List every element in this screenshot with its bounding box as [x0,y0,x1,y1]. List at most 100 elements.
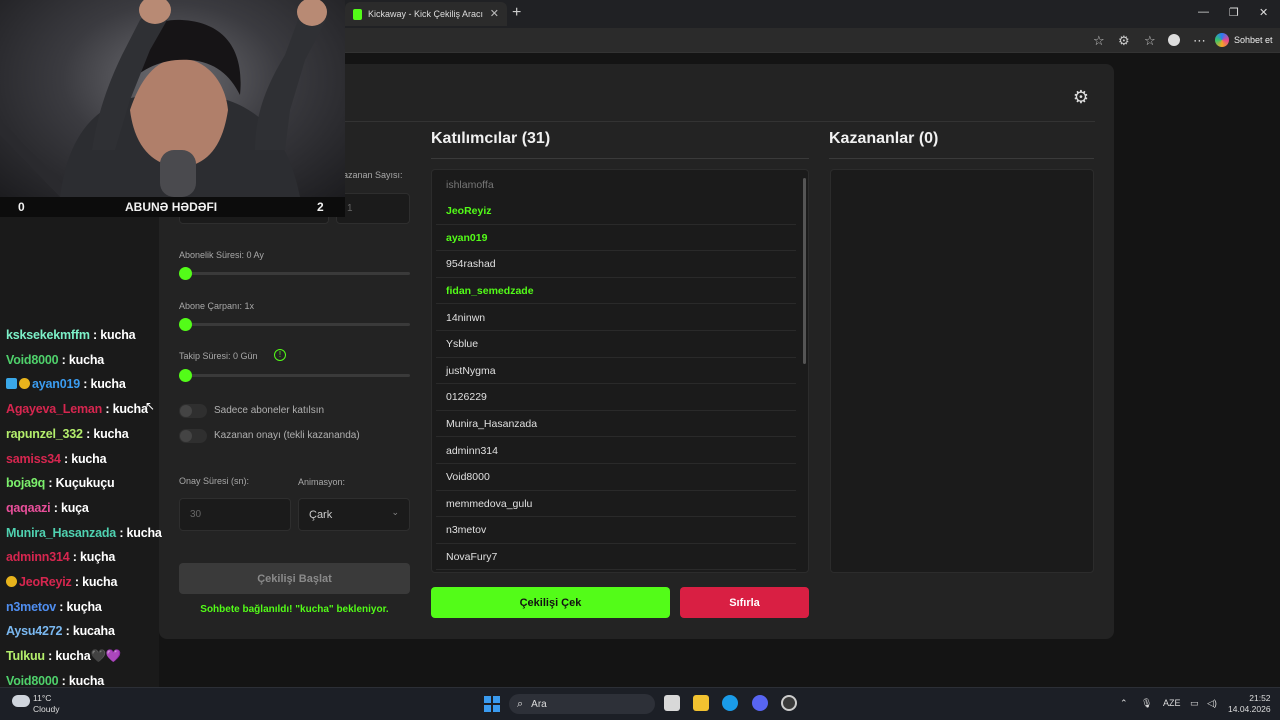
windows-start-icon[interactable] [484,696,500,712]
task-view-icon[interactable] [664,695,680,711]
more-options-icon[interactable]: ⋯ [1193,33,1206,49]
info-icon[interactable]: ! [274,349,286,361]
close-window-button[interactable]: ✕ [1259,6,1268,19]
subs-only-toggle[interactable] [179,404,207,418]
chat-message: Void8000 : kucha [6,353,104,367]
copilot-label: Sohbet et [1234,35,1273,45]
copilot-chat-button[interactable]: Sohbet et [1215,31,1273,49]
chat-message: JeoReyiz : kucha [6,575,117,589]
follow-duration-slider[interactable] [186,374,410,377]
chat-message: ayan019 : kucha [6,377,126,391]
search-placeholder: Ara [531,698,547,710]
participant-row[interactable]: n3metov [436,518,796,544]
clock-date: 14.04.2026 [1228,704,1271,714]
mouse-cursor-icon: ↖ [145,399,156,413]
chat-username: samiss34 [6,451,61,466]
chat-username: qaqaazi [6,500,51,515]
sub-multiplier-label: Abone Çarpanı: 1x [179,301,255,311]
winner-confirm-toggle[interactable] [179,429,207,443]
favorites-icon[interactable]: ☆ [1144,33,1156,49]
sub-duration-slider[interactable] [186,272,410,275]
chat-text: : kucha [102,402,148,417]
cloudy-weather-icon [12,695,30,707]
chat-username: ksksekekmffm [6,328,90,342]
chat-username: boja9q [6,476,46,491]
confirm-time-input[interactable]: 30 [179,498,291,531]
animation-select[interactable]: Çark ⌄ [298,498,410,531]
draw-giveaway-button[interactable]: Çekilişi Çek [431,587,670,618]
participant-row[interactable]: Void8000 [436,465,796,491]
chat-username: Tulkuu [6,649,45,664]
chat-message: Tulkuu : kucha🖤💜 [6,649,121,664]
subscriber-badge-icon [6,576,17,587]
chat-username: adminn314 [6,550,70,565]
participant-row[interactable]: fidan_semedzade [436,278,796,305]
connection-status-text: Sohbete bağlanıldı! "kucha" bekleniyor. [200,604,389,615]
new-tab-button[interactable]: + [512,4,521,22]
chat-text: : kucha🖤💜 [44,649,122,664]
participant-row[interactable]: justNygma [436,358,796,385]
sub-multiplier-slider-thumb[interactable] [179,318,192,331]
discord-icon[interactable] [752,695,768,711]
winners-list [830,169,1094,573]
animation-label: Animasyon: [298,477,346,487]
tray-expand-icon[interactable]: ⌃ [1120,698,1128,709]
maximize-button[interactable]: ❐ [1229,6,1239,19]
browser-tab-kickaway[interactable]: Kickaway - Kick Çekiliş Aracı ✕ [345,2,507,26]
chat-text: : kucha [58,673,105,688]
sub-multiplier-slider[interactable] [186,323,410,326]
chrome-icon[interactable] [781,695,797,711]
participant-row[interactable]: Ysblue [436,332,796,358]
chat-username: Munira_Hasanzada [6,525,117,540]
chat-username: JeoReyiz [19,575,72,589]
goal-title: ABUNƏ HƏDƏFI [125,200,218,214]
chat-message: rapunzel_332 : kucha [6,427,129,441]
file-explorer-icon[interactable] [693,695,709,711]
chat-message: boja9q : Kuçukuçu [6,476,115,491]
participant-row[interactable]: ayan019 [436,225,796,252]
input-language[interactable]: AZE [1163,698,1181,708]
participant-row[interactable]: NovaFury7 [436,544,796,571]
taskbar-clock[interactable]: 21:52 14.04.2026 [1228,693,1271,715]
chat-username: Agayeva_Leman [6,402,103,417]
extensions-icon[interactable]: ⚙ [1118,33,1130,49]
weather-temp: 11°C [33,693,52,703]
winner-confirm-label: Kazanan onayı (tekli kazananda) [214,430,360,441]
chat-text: : kucha [89,328,136,342]
chat-text: : kucha [116,525,162,540]
participant-row[interactable]: adminn314 [436,438,796,464]
chat-text: : kucha [71,575,118,589]
start-giveaway-button[interactable]: Çekilişi Başlat [179,563,410,594]
participants-title: Katılımcılar (31) [431,130,551,147]
participants-scrollbar[interactable] [803,178,806,364]
chat-text: : kucha [60,451,107,466]
sub-duration-slider-thumb[interactable] [179,267,192,280]
reset-button[interactable]: Sıfırla [680,587,809,618]
edge-browser-icon[interactable] [722,695,738,711]
follow-duration-label: Takip Süresi: 0 Gün [179,351,258,361]
chat-message: samiss34 : kucha [6,451,107,466]
chat-text: : kucaha [62,624,115,639]
tab-close-icon[interactable]: ✕ [490,7,499,20]
participant-row[interactable]: JeoReyiz [436,199,796,225]
favorite-star-icon[interactable]: ☆ [1093,33,1105,49]
network-icon[interactable]: ▭ [1190,698,1199,709]
participant-row[interactable]: Munira_Hasanzada [436,411,796,438]
chat-username: Void8000 [6,673,59,688]
gift-badge-icon [6,378,17,390]
participant-row[interactable]: memmedova_gulu [436,491,796,518]
chat-message: Munira_Hasanzada : kucha [6,526,162,540]
volume-icon[interactable]: ◁) [1207,698,1217,709]
participant-row[interactable]: ishlamoffa [436,172,796,198]
follow-duration-slider-thumb[interactable] [179,369,192,382]
participant-row[interactable]: 14ninwn [436,305,796,331]
profile-icon[interactable] [1168,34,1180,46]
participant-row[interactable]: 0126229 [436,385,796,411]
taskbar-search[interactable]: ⌕ Ara [509,694,655,714]
settings-gear-icon[interactable]: ⚙ [1071,87,1091,107]
microphone-icon[interactable]: 🎙 [1141,698,1152,709]
minimize-button[interactable]: — [1198,6,1209,18]
participant-row[interactable]: 954rashad [436,252,796,278]
subscriber-badge-icon [19,378,30,390]
winner-count-input[interactable]: 1 [336,193,410,224]
